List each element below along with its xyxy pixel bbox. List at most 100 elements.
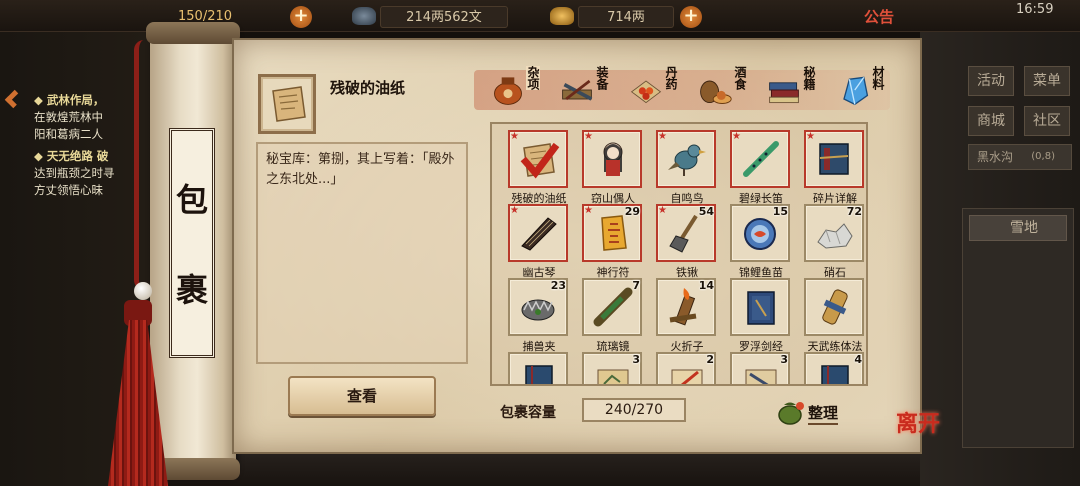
tab-label: 装备 <box>595 66 609 90</box>
inventory-slot[interactable]: ★ 残破的油纸 <box>504 130 574 205</box>
saltpeter-icon <box>817 223 853 249</box>
rare-star-icon: ★ <box>510 205 519 216</box>
item-quantity: 14 <box>698 279 714 292</box>
item-quantity: 54 <box>698 205 714 218</box>
notice-button[interactable]: 公告 <box>864 6 894 27</box>
item-quantity: 4 <box>854 353 862 366</box>
capacity-value: 240/270 <box>582 398 686 422</box>
inventory-slot[interactable]: ★ 碧绿长笛 <box>726 130 796 205</box>
talisman-icon <box>601 215 627 251</box>
sword-scroll-icon <box>745 369 777 384</box>
item-description: 秘宝库：第捌，其上写着：「殿外之东北处...」 <box>256 142 468 364</box>
item-quantity: 72 <box>846 205 862 218</box>
terrain-label: 雪地 <box>969 215 1067 241</box>
inventory-slot[interactable]: 3 <box>726 352 796 384</box>
tidy-button[interactable]: 整理 <box>808 402 839 425</box>
tab-label: 杂项 <box>526 66 540 90</box>
red-scroll-icon <box>671 369 703 384</box>
title-char: 包 <box>175 181 208 219</box>
inventory-slot[interactable]: 7 琉璃镜 <box>578 278 648 353</box>
tab-4[interactable]: 酒食 <box>687 66 757 112</box>
rare-star-icon: ★ <box>658 131 667 142</box>
tab-3[interactable]: 丹药 <box>618 66 688 112</box>
item-grid[interactable]: ★ 残破的油纸 ★ 窃山偶人 ★ 自鸣鸟 ★ 碧绿长笛 ★ 碎片详解 ★ 幽古琴 ★ 29 神行符 ★ 54 铁锹… <box>490 122 868 386</box>
doll-icon <box>603 142 623 176</box>
blue-book-icon <box>525 365 553 384</box>
check-mark-icon <box>520 142 560 179</box>
inventory-slot[interactable]: 4 <box>800 352 866 384</box>
inventory-slot[interactable]: ★ 幽古琴 <box>504 204 574 279</box>
rare-star-icon: ★ <box>732 131 741 142</box>
zither-icon <box>521 217 557 251</box>
scroll-cap <box>146 22 240 44</box>
menu-button[interactable]: 菜单 <box>1024 66 1070 96</box>
add-gold-button[interactable]: + <box>680 6 702 28</box>
activity-button[interactable]: 活动 <box>968 66 1014 96</box>
inventory-slot[interactable]: ★ 碎片详解 <box>800 130 866 205</box>
trap-icon <box>521 299 555 321</box>
inventory-slot[interactable]: 3 <box>578 352 648 384</box>
tab-label: 材料 <box>871 66 885 90</box>
inventory-slot[interactable] <box>504 352 574 384</box>
tab-5[interactable]: 秘籍 <box>756 66 826 112</box>
inventory-slot[interactable]: ★ 自鸣鸟 <box>652 130 722 205</box>
item-quantity: 15 <box>772 205 788 218</box>
leave-button[interactable]: 离开 <box>896 406 942 450</box>
scroll-paper-icon <box>272 86 306 122</box>
location-bar: 黑水沟 (0,8) <box>968 144 1072 170</box>
inventory-slot[interactable]: ★ 54 铁锹 <box>652 204 722 279</box>
inventory-slot[interactable]: ★ 窃山偶人 <box>578 130 648 205</box>
jade-bead-icon <box>134 282 152 300</box>
tab-2[interactable]: 装备 <box>549 66 619 112</box>
scroll-cord <box>134 40 144 290</box>
rare-star-icon: ★ <box>584 205 593 216</box>
tab-label: 丹药 <box>664 66 678 90</box>
item-quantity: 2 <box>706 353 714 366</box>
tab-6[interactable]: 材料 <box>825 66 895 112</box>
wine-food-icon <box>700 80 732 104</box>
fish-bowl-icon <box>744 218 776 250</box>
location-coords: (0,8) <box>1031 151 1055 162</box>
selected-item-name: 残破的油纸 <box>330 79 406 97</box>
manual-icon <box>747 291 775 325</box>
mech-bird-icon <box>668 144 706 176</box>
title-char: 裹 <box>175 271 208 309</box>
gold-ingot-icon <box>550 7 574 25</box>
rare-star-icon: ★ <box>584 131 593 142</box>
item-quantity: 29 <box>624 205 640 218</box>
tab-label: 秘籍 <box>802 66 816 90</box>
rare-star-icon: ★ <box>658 205 667 216</box>
inventory-slot[interactable]: 2 <box>652 352 722 384</box>
tome-icon <box>819 143 849 175</box>
location-name: 黑水沟 <box>977 150 1014 164</box>
item-quantity: 3 <box>632 353 640 366</box>
shovel-icon <box>669 214 698 253</box>
weapon-rack-icon <box>562 79 593 101</box>
terrain-panel: 雪地 <box>962 208 1074 448</box>
money-counter: 214两562文 <box>380 6 508 28</box>
jar-icon <box>494 77 522 105</box>
capacity-label: 包裹容量 <box>500 405 556 421</box>
inventory-slot[interactable]: 15 锦鲤鱼苗 <box>726 204 796 279</box>
inventory-slot[interactable]: 72 硝石 <box>800 204 866 279</box>
item-quantity: 3 <box>780 353 788 366</box>
scroll-case-icon <box>822 289 848 325</box>
tab-1[interactable]: 杂项 <box>480 66 550 112</box>
add-stamina-button[interactable]: + <box>290 6 312 28</box>
view-button[interactable]: 查看 <box>288 376 436 416</box>
clock: 16:59 <box>1016 2 1054 17</box>
rare-star-icon: ★ <box>806 131 815 142</box>
silver-icon <box>352 7 376 25</box>
inventory-slot[interactable]: 23 捕兽夹 <box>504 278 574 353</box>
inventory-title: 包 裹 <box>169 128 215 358</box>
flute-icon <box>743 141 779 177</box>
inventory-slot[interactable]: ★ 29 神行符 <box>578 204 648 279</box>
item-quantity: 7 <box>632 279 640 292</box>
inventory-slot[interactable]: 罗浮剑经 <box>726 278 796 353</box>
tab-label: 酒食 <box>733 66 747 90</box>
map-scroll-icon <box>597 369 629 384</box>
community-button[interactable]: 社区 <box>1024 106 1070 136</box>
shop-button[interactable]: 商城 <box>968 106 1014 136</box>
inventory-slot[interactable]: 14 火折子 <box>652 278 722 353</box>
inventory-slot[interactable]: 天武练体法 <box>800 278 866 353</box>
